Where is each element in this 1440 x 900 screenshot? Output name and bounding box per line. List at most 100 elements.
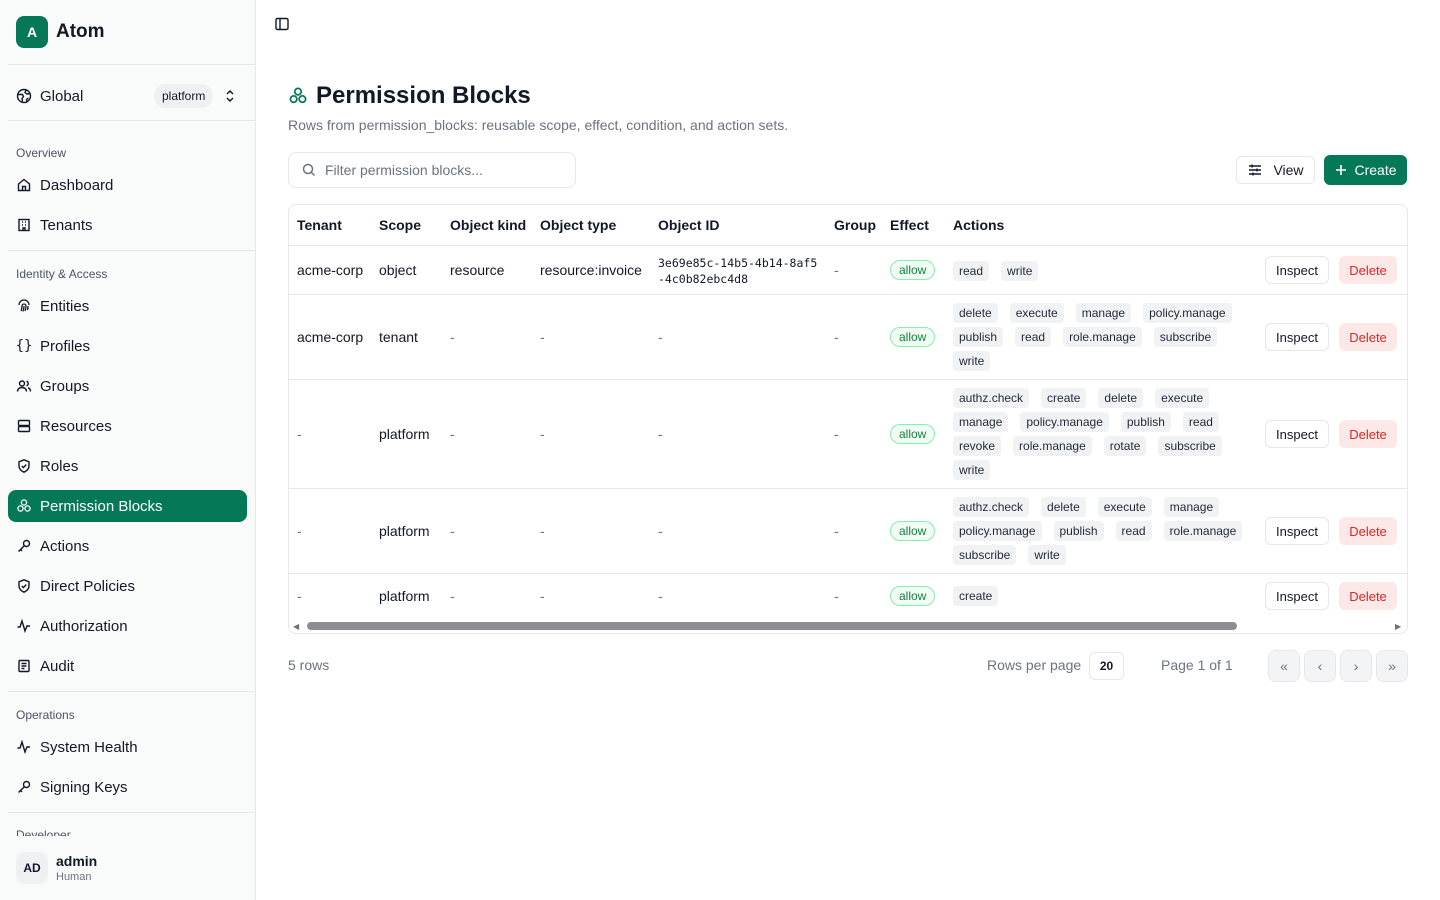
view-button[interactable]: View bbox=[1236, 156, 1315, 184]
divider bbox=[8, 120, 255, 121]
divider bbox=[8, 691, 255, 692]
row-count: 5 rows bbox=[288, 657, 330, 673]
column-header-object-type[interactable]: Object type bbox=[540, 217, 616, 233]
sidebar-item-label: Authorization bbox=[40, 617, 128, 635]
column-header-object-kind[interactable]: Object kind bbox=[450, 217, 526, 233]
table-row[interactable]: - platform - - - - allow authz.check cre… bbox=[289, 380, 1407, 489]
cell-object-type: - bbox=[540, 426, 545, 442]
sidebar-item-label: Permission Blocks bbox=[40, 497, 163, 515]
sidebar-item-direct-policies[interactable]: Direct Policies bbox=[8, 570, 247, 602]
home-icon bbox=[16, 177, 32, 193]
action-tag: delete bbox=[953, 303, 998, 323]
cell-effect: allow bbox=[890, 327, 936, 347]
cell-scope: tenant bbox=[379, 329, 418, 345]
rows-per-page-select[interactable]: 20 bbox=[1089, 652, 1124, 680]
column-header-group[interactable]: Group bbox=[834, 217, 876, 233]
column-header-actions[interactable]: Actions bbox=[953, 217, 1004, 233]
action-tag: subscribe bbox=[953, 545, 1017, 565]
sidebar-item-audit[interactable]: Audit bbox=[8, 650, 247, 682]
sidebar-item-authorization[interactable]: Authorization bbox=[8, 610, 247, 642]
next-page-button[interactable]: › bbox=[1340, 650, 1372, 682]
delete-button[interactable]: Delete bbox=[1339, 323, 1397, 351]
sidebar-item-resources[interactable]: Resources bbox=[8, 410, 247, 442]
column-header-tenant[interactable]: Tenant bbox=[297, 217, 342, 233]
sidebar-item-system-health[interactable]: System Health bbox=[8, 731, 247, 763]
action-tag: execute bbox=[1097, 497, 1152, 517]
delete-button[interactable]: Delete bbox=[1339, 256, 1397, 284]
column-header-object-id[interactable]: Object ID bbox=[658, 217, 719, 233]
sidebar-item-roles[interactable]: Roles bbox=[8, 450, 247, 482]
action-tag: manage bbox=[1075, 303, 1132, 323]
filter-field[interactable] bbox=[288, 152, 576, 188]
action-tag: revoke bbox=[953, 436, 1002, 456]
column-header-effect[interactable]: Effect bbox=[890, 217, 929, 233]
chevron-right-icon: › bbox=[1353, 658, 1359, 674]
effect-badge: allow bbox=[890, 260, 936, 280]
search-icon bbox=[301, 162, 317, 178]
delete-button[interactable]: Delete bbox=[1339, 582, 1397, 610]
action-tag: create bbox=[953, 586, 999, 606]
table-row[interactable]: - platform - - - - allow create Inspect … bbox=[289, 574, 1407, 618]
table-row[interactable]: acme-corp object resource resource:invoi… bbox=[289, 246, 1407, 295]
delete-button[interactable]: Delete bbox=[1339, 420, 1397, 448]
cell-object-id: - bbox=[658, 523, 663, 539]
cell-group: - bbox=[834, 523, 839, 539]
sidebar-toggle-button[interactable] bbox=[272, 14, 292, 34]
activity-icon bbox=[16, 618, 32, 634]
sidebar-item-profiles[interactable]: {} Profiles bbox=[8, 330, 247, 362]
scroll-left-icon[interactable]: ◀ bbox=[293, 622, 299, 631]
braces-icon: {} bbox=[15, 338, 33, 354]
sidebar-item-groups[interactable]: Groups bbox=[8, 370, 247, 402]
action-tag: publish bbox=[1120, 412, 1171, 432]
sidebar-item-label: Roles bbox=[40, 457, 79, 475]
prev-page-button[interactable]: ‹ bbox=[1304, 650, 1336, 682]
cell-tenant: - bbox=[297, 588, 302, 604]
filter-input[interactable] bbox=[325, 162, 565, 178]
action-tag: read bbox=[1015, 327, 1052, 347]
effect-badge: allow bbox=[890, 424, 936, 444]
sidebar: A Atom Global platform Overview Dashboar… bbox=[0, 0, 256, 900]
action-tag: write bbox=[1028, 545, 1066, 565]
last-page-button[interactable]: » bbox=[1376, 650, 1408, 682]
audit-log-icon bbox=[16, 658, 32, 674]
cell-scope: object bbox=[379, 262, 417, 278]
inspect-button[interactable]: Inspect bbox=[1265, 256, 1329, 284]
inspect-button[interactable]: Inspect bbox=[1265, 582, 1329, 610]
cell-object-id: - bbox=[658, 426, 663, 442]
first-page-button[interactable]: « bbox=[1268, 650, 1300, 682]
brand[interactable]: A Atom bbox=[16, 16, 105, 48]
sidebar-item-permission-blocks[interactable]: Permission Blocks bbox=[8, 490, 247, 522]
sidebar-item-tenants[interactable]: Tenants bbox=[8, 209, 247, 241]
table-row[interactable]: - platform - - - - allow authz.check del… bbox=[289, 489, 1407, 574]
sidebar-item-label: Signing Keys bbox=[40, 778, 128, 796]
divider bbox=[8, 64, 255, 65]
chevron-left-icon: ‹ bbox=[1317, 658, 1323, 674]
shield-check-icon bbox=[16, 458, 32, 474]
building-icon bbox=[16, 217, 32, 233]
horizontal-scrollbar[interactable]: ◀ ▶ bbox=[289, 618, 1407, 633]
inspect-button[interactable]: Inspect bbox=[1265, 323, 1329, 351]
action-tag: policy.manage bbox=[953, 521, 1042, 541]
inspect-button[interactable]: Inspect bbox=[1265, 517, 1329, 545]
sidebar-item-dashboard[interactable]: Dashboard bbox=[8, 169, 247, 201]
sidebar-item-entities[interactable]: Entities bbox=[8, 290, 247, 322]
table-row[interactable]: acme-corp tenant - - - - allow delete ex… bbox=[289, 295, 1407, 380]
create-button[interactable]: Create bbox=[1324, 155, 1407, 185]
sidebar-item-actions[interactable]: Actions bbox=[8, 530, 247, 562]
sidebar-item-signing-keys[interactable]: Signing Keys bbox=[8, 771, 247, 803]
sidebar-item-label: Groups bbox=[40, 377, 90, 395]
column-header-scope[interactable]: Scope bbox=[379, 217, 421, 233]
scroll-right-icon[interactable]: ▶ bbox=[1395, 622, 1401, 631]
section-title-identity: Identity & Access bbox=[16, 267, 108, 281]
action-tag: publish bbox=[953, 327, 1004, 347]
delete-button[interactable]: Delete bbox=[1339, 517, 1397, 545]
inspect-button[interactable]: Inspect bbox=[1265, 420, 1329, 448]
sidebar-item-label: Audit bbox=[40, 657, 75, 675]
cell-scope: platform bbox=[379, 588, 430, 604]
scope-switcher[interactable]: Global platform bbox=[8, 76, 247, 116]
users-icon bbox=[16, 378, 32, 394]
effect-badge: allow bbox=[890, 586, 936, 606]
user-menu[interactable]: AD admin Human bbox=[8, 842, 247, 894]
scrollbar-thumb[interactable] bbox=[307, 622, 1237, 630]
cell-object-id: - bbox=[658, 329, 663, 345]
